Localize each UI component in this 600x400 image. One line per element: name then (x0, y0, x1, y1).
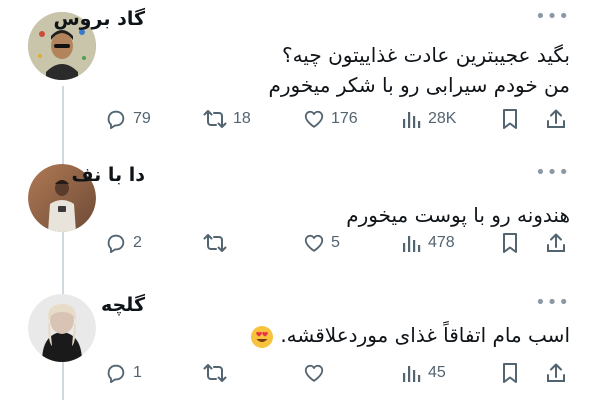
retweet-icon (203, 234, 227, 252)
tweet-text-line-1: هندونه رو با پوست میخورم (346, 203, 570, 227)
views-icon (403, 112, 421, 128)
share-button[interactable] (546, 108, 566, 130)
reply-icon (107, 234, 125, 254)
action-bar: 1 45 (0, 362, 600, 390)
share-icon (547, 363, 565, 382)
heart-icon (304, 364, 324, 382)
tweet-2[interactable]: دا با نف ••• هندونه رو با پوست میخورم 2 … (0, 150, 600, 280)
bookmark-button[interactable] (501, 362, 519, 384)
reply-count: 1 (133, 364, 142, 381)
share-icon (547, 233, 565, 252)
views-button[interactable]: 28K (402, 108, 456, 130)
views-count: 478 (428, 234, 455, 251)
views-count: 28K (428, 110, 457, 127)
reply-icon (107, 364, 125, 384)
views-button[interactable]: 45 (402, 362, 446, 384)
reply-count: 79 (133, 110, 151, 127)
retweet-icon (203, 364, 227, 382)
reply-button[interactable]: 2 (105, 232, 142, 254)
like-count: 5 (331, 234, 340, 251)
author-name[interactable]: گلچه (101, 294, 145, 316)
bookmark-icon (503, 233, 517, 253)
views-count: 45 (428, 364, 446, 381)
tweet-text-line-2: من خودم سیرابی رو با شکر میخورم (268, 73, 570, 97)
tweet-1[interactable]: گاد بروس ••• بگید عجیبترین عادت غذاییتون… (0, 0, 600, 150)
more-options-button[interactable]: ••• (535, 6, 570, 27)
bookmark-icon (503, 363, 517, 383)
retweet-count: 18 (233, 110, 251, 127)
share-icon (547, 109, 565, 128)
avatar[interactable] (28, 294, 96, 362)
bookmark-button[interactable] (501, 108, 519, 130)
views-icon (403, 236, 421, 252)
reply-button[interactable]: 1 (105, 362, 142, 384)
reply-button[interactable]: 79 (105, 108, 151, 130)
like-button[interactable] (303, 362, 331, 384)
retweet-button[interactable] (203, 362, 233, 384)
tweet-text-line-1: بگید عجیبترین عادت غذاییتون چیه؟ (281, 43, 570, 67)
tweet-text: اسب مام اتفاقاً غذای موردعلاقشه. (280, 323, 570, 347)
tweet-text-line-1: اسب مام اتفاقاً غذای موردعلاقشه. (250, 320, 570, 350)
bookmark-button[interactable] (501, 232, 519, 254)
more-options-button[interactable]: ••• (535, 292, 570, 313)
heart-icon (304, 110, 324, 128)
author-name[interactable]: گاد بروس (53, 8, 145, 30)
tweet-3[interactable]: گلچه ••• اسب مام اتفاقاً غذای موردعلاقشه… (0, 280, 600, 400)
retweet-icon (203, 110, 227, 128)
retweet-button[interactable]: 18 (203, 108, 251, 130)
reply-icon (107, 110, 125, 130)
more-options-button[interactable]: ••• (535, 162, 570, 183)
like-count: 176 (331, 110, 358, 127)
views-button[interactable]: 478 (402, 232, 455, 254)
like-button[interactable]: 176 (303, 108, 358, 130)
author-name[interactable]: دا با نف (71, 164, 145, 186)
views-icon (403, 366, 421, 382)
heart-icon (304, 234, 324, 252)
retweet-button[interactable] (203, 232, 233, 254)
bookmark-icon (503, 109, 517, 129)
action-bar: 2 5 478 (0, 232, 600, 260)
like-button[interactable]: 5 (303, 232, 340, 254)
share-button[interactable] (546, 362, 566, 384)
action-bar: 79 18 176 28K (0, 108, 600, 136)
heart-eyes-emoji (250, 325, 273, 348)
share-button[interactable] (546, 232, 566, 254)
reply-count: 2 (133, 234, 142, 251)
